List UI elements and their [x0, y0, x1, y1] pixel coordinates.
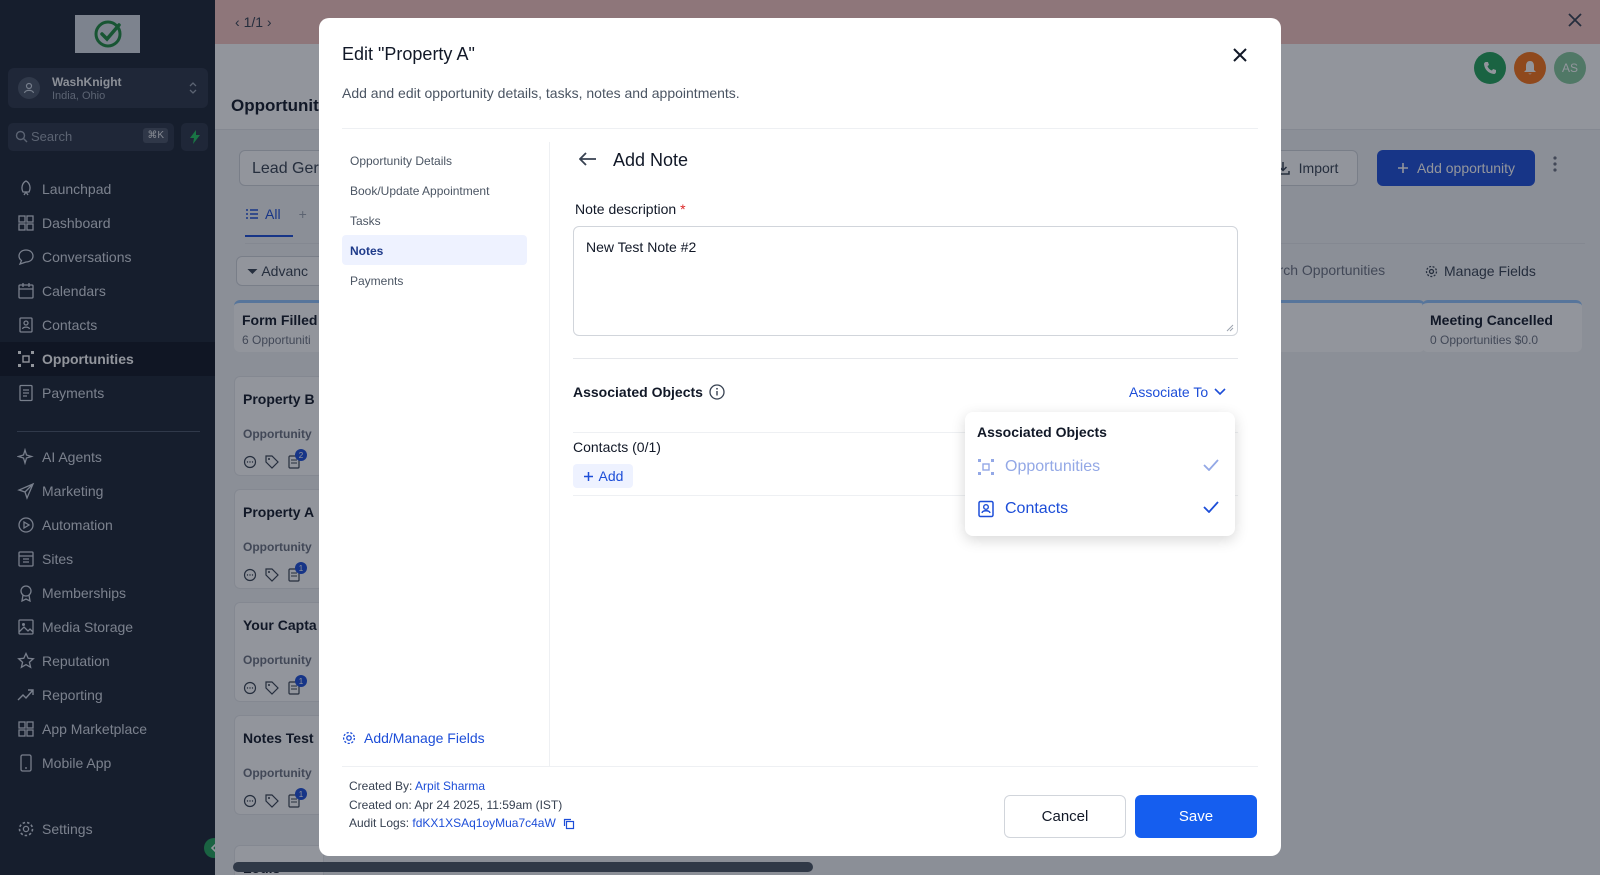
modal-tab-payments[interactable]: Payments — [342, 265, 527, 295]
modal-subtitle: Add and edit opportunity details, tasks,… — [342, 85, 740, 101]
menu-item-label: Contacts — [1005, 500, 1069, 517]
modal-tab-notes[interactable]: Notes — [342, 235, 527, 265]
audit-logs: Audit Logs: fdKX1XSAq1oyMua7c4aW — [349, 816, 575, 830]
close-icon[interactable] — [1233, 48, 1247, 62]
copy-icon[interactable] — [563, 818, 575, 830]
divider — [549, 142, 550, 766]
add-label: Add — [598, 468, 624, 484]
menu-header: Associated Objects — [977, 424, 1107, 440]
associated-objects-heading: Associated Objects — [573, 384, 725, 400]
chevron-down-icon — [1214, 388, 1226, 396]
edit-opportunity-modal: Edit "Property A" Add and edit opportuni… — [319, 18, 1281, 856]
back-arrow-icon[interactable] — [579, 152, 597, 166]
audit-log-id[interactable]: fdKX1XSAq1oyMua7c4aW — [412, 816, 555, 830]
divider — [342, 128, 1258, 129]
add-manage-fields-link[interactable]: Add/Manage Fields — [342, 730, 485, 746]
section-title: Add Note — [613, 150, 689, 170]
add-manage-fields-label: Add/Manage Fields — [364, 730, 485, 746]
checkmark-icon — [1203, 459, 1219, 471]
menu-item-opportunities[interactable]: Opportunities — [977, 453, 1223, 481]
divider — [342, 766, 1258, 767]
associate-to-label: Associate To — [1129, 384, 1209, 400]
associate-to-dropdown[interactable]: Associate To — [1129, 384, 1226, 400]
divider — [573, 358, 1238, 359]
menu-item-contacts[interactable]: Contacts — [977, 495, 1223, 523]
modal-tab-opportunity-details[interactable]: Opportunity Details — [342, 145, 527, 175]
plus-icon — [583, 471, 593, 481]
modal-tab-tasks[interactable]: Tasks — [342, 205, 527, 235]
modal-title: Edit "Property A" — [342, 44, 475, 64]
gear-icon — [342, 731, 356, 745]
created-by-link[interactable]: Arpit Sharma — [415, 779, 485, 793]
save-button[interactable]: Save — [1135, 795, 1257, 838]
note-text: New Test Note #2 — [586, 239, 697, 255]
note-label-text: Note description — [575, 201, 677, 217]
contacts-count: Contacts (0/1) — [573, 439, 661, 455]
created-on-label: Created on: — [349, 798, 412, 812]
note-description-label: Note description * — [575, 201, 686, 217]
created-by: Created By: Arpit Sharma — [349, 779, 485, 793]
created-on: Created on: Apr 24 2025, 11:59am (IST) — [349, 798, 562, 812]
associated-objects-label: Associated Objects — [573, 384, 703, 400]
opportunities-icon — [978, 459, 994, 475]
cancel-button[interactable]: Cancel — [1004, 795, 1126, 838]
note-description-textarea[interactable]: New Test Note #2 — [573, 226, 1238, 336]
associate-to-menu: Associated Objects Opportunities Contact… — [965, 412, 1235, 536]
required-marker: * — [680, 201, 686, 217]
menu-item-label: Opportunities — [1005, 458, 1101, 475]
info-icon[interactable] — [709, 384, 725, 400]
checkmark-icon — [1203, 501, 1219, 513]
resize-grip-icon[interactable] — [1226, 324, 1234, 332]
contact-card-icon — [978, 500, 994, 518]
created-by-label: Created By: — [349, 779, 413, 793]
add-contact-button[interactable]: Add — [573, 464, 633, 488]
audit-logs-label: Audit Logs: — [349, 816, 410, 830]
modal-tab-book-update-appointment[interactable]: Book/Update Appointment — [342, 175, 527, 205]
created-on-value: Apr 24 2025, 11:59am (IST) — [414, 798, 563, 812]
